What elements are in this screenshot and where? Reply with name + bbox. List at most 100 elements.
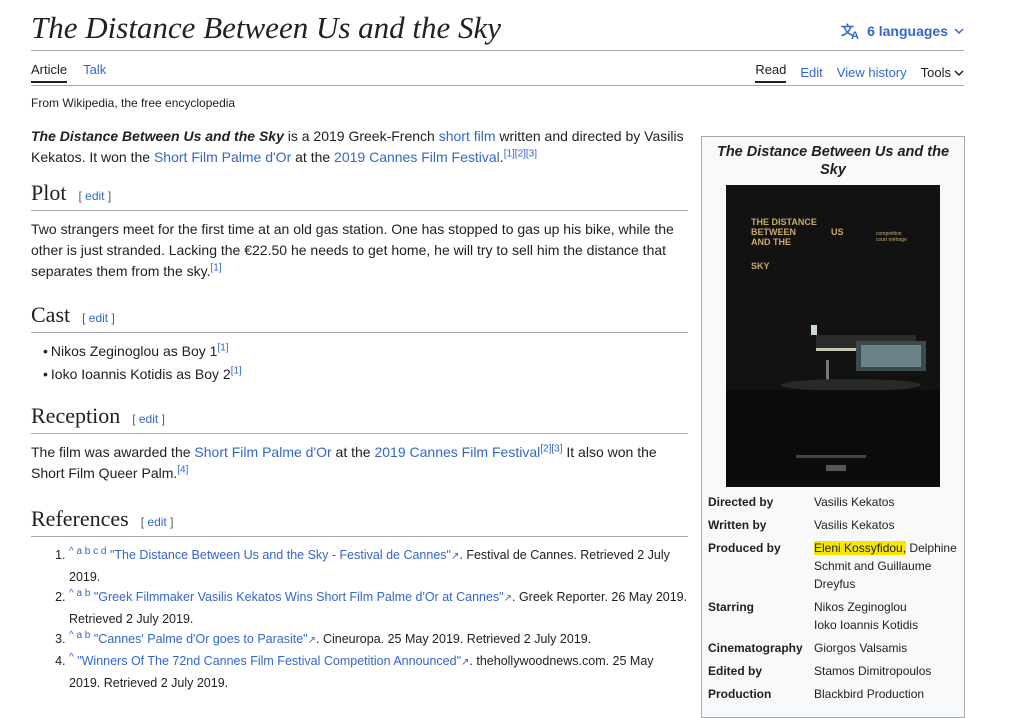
infobox-label: Cinematography	[708, 641, 803, 655]
infobox-row: Starring Nikos Zeginoglou Ioko Ioannis Kot…	[708, 598, 960, 634]
chevron-down-icon	[954, 28, 964, 35]
intro-paragraph: The Distance Between Us and the Sky is a…	[31, 126, 688, 168]
film-poster[interactable]: THE DISTANCE BETWEEN US AND THE SKY comp…	[726, 185, 940, 487]
ref-link[interactable]: [1]	[217, 342, 228, 353]
ref-link[interactable]: [4]	[177, 464, 188, 475]
cast-name: Nikos Zeginoglou as Boy 1	[50, 343, 218, 359]
references-heading: References	[31, 506, 129, 531]
tab-edit[interactable]: Edit	[800, 65, 822, 80]
infobox-label: Edited by	[708, 664, 763, 678]
infobox-value: Vasilis Kekatos	[814, 518, 895, 532]
reference-item: ^ "Winners Of The 72nd Cannes Film Festi…	[69, 651, 688, 693]
references-list: ^ a b c d "The Distance Between Us and t…	[31, 545, 688, 693]
page-actions: Read Edit View history Tools	[755, 62, 964, 83]
infobox-value: Vasilis Kekatos	[814, 495, 895, 509]
poster-title-line: SKY	[751, 261, 770, 271]
tab-article[interactable]: Article	[31, 62, 68, 83]
poster-title-line: AND THE	[751, 237, 791, 247]
tab-view-history[interactable]: View history	[837, 65, 907, 80]
plot-section: Plot [ edit ] Two strangers meet for the…	[31, 182, 688, 282]
ref-links[interactable]: [2][3]	[540, 443, 562, 454]
infobox-value: Eleni Kossyfidou, Delphine Schmit and Gu…	[814, 539, 960, 593]
link-palme-dor[interactable]: Short Film Palme d'Or	[154, 149, 291, 165]
tab-read[interactable]: Read	[755, 62, 787, 83]
intro-text: is a 2019 Greek-French	[283, 128, 439, 144]
ref-link[interactable]: [1]	[210, 262, 221, 273]
reference-item: ^ a b "Greek Filmmaker Vasilis Kekatos W…	[69, 587, 688, 629]
infobox-label: Written by	[708, 518, 767, 532]
tagline: From Wikipedia, the free encyclopedia	[31, 96, 236, 110]
translate-icon: 文 A	[841, 23, 859, 40]
infobox-row: Edited by Stamos Dimitropoulos	[708, 662, 960, 680]
external-link-icon: ↗	[503, 593, 513, 604]
infobox-title: The Distance Between Us and the Sky	[716, 144, 950, 178]
tools-label: Tools	[920, 65, 951, 80]
infobox-rows: Directed by Vasilis Kekatos Written by Vas…	[708, 493, 960, 708]
starring-name: Ioko Ioannis Kotidis	[814, 618, 919, 632]
edit-link[interactable]: edit	[147, 515, 166, 529]
ref-links[interactable]: [1][2][3]	[504, 148, 537, 159]
link-cannes-2019[interactable]: 2019 Cannes Film Festival	[374, 444, 540, 460]
page-title: The Distance Between Us and the Sky	[31, 10, 502, 45]
reference-link[interactable]: "Winners Of The 72nd Cannes Film Festiva…	[77, 654, 461, 668]
section-heading: Cast [ edit ]	[31, 304, 688, 333]
article-body: The Distance Between Us and the Sky is a…	[31, 126, 688, 693]
references-section: References [ edit ] ^ a b c d "The Dista…	[31, 508, 688, 693]
external-link-icon: ↗	[307, 635, 317, 646]
intro-text: at the	[291, 149, 335, 165]
cast-section: Cast [ edit ] Nikos Zeginoglou as Boy 1[…	[31, 304, 688, 385]
infobox-row: Cinematography Giorgos Valsamis	[708, 639, 960, 657]
reception-text: at the	[331, 444, 375, 460]
section-heading: Plot [ edit ]	[31, 182, 688, 211]
poster-title-line: US	[831, 227, 844, 237]
reference-link[interactable]: "Greek Filmmaker Vasilis Kekatos Wins Sh…	[94, 590, 504, 604]
poster-title-line: THE DISTANCE	[751, 217, 817, 227]
reference-link[interactable]: "The Distance Between Us and the Sky - F…	[110, 548, 451, 562]
infobox-row: Written by Vasilis Kekatos	[708, 516, 960, 534]
languages-button[interactable]: 文 A 6 languages	[841, 22, 964, 40]
cast-name: Ioko Ioannis Kotidis as Boy 2	[50, 366, 231, 382]
languages-label: 6 languages	[867, 23, 948, 39]
edit-section: [ edit ]	[82, 311, 115, 325]
edit-link[interactable]: edit	[85, 189, 104, 203]
backlink[interactable]: ^ a b	[69, 630, 90, 641]
infobox-value: Giorgos Valsamis	[814, 641, 908, 655]
infobox-row: Directed by Vasilis Kekatos	[708, 493, 960, 511]
poster-image: THE DISTANCE BETWEEN US AND THE SKY comp…	[726, 185, 940, 487]
backlink[interactable]: ^ a b	[69, 588, 90, 599]
infobox-value: Nikos Zeginoglou Ioko Ioannis Kotidis	[814, 598, 960, 634]
intro-bold-title: The Distance Between Us and the Sky	[31, 128, 284, 144]
infobox-row: Produced by Eleni Kossyfidou, Delphine Sc…	[708, 539, 960, 593]
plot-text: Two strangers meet for the first time at…	[31, 221, 674, 279]
infobox-value: Blackbird Production	[814, 687, 925, 701]
tab-talk[interactable]: Talk	[83, 62, 106, 83]
edit-link[interactable]: edit	[139, 412, 158, 426]
link-palme-dor[interactable]: Short Film Palme d'Or	[194, 444, 331, 460]
edit-section: [ edit ]	[132, 412, 165, 426]
link-cannes-2019[interactable]: 2019 Cannes Film Festival	[334, 149, 500, 165]
tabs-divider	[31, 85, 964, 86]
reference-text: . Cineuropa. 25 May 2019. Retrieved 2 Ju…	[316, 632, 592, 646]
reception-text: The film was awarded the	[31, 444, 195, 460]
poster-title-line: BETWEEN	[751, 227, 796, 237]
svg-text:A: A	[851, 30, 859, 40]
backlink[interactable]: ^ a b c d	[69, 546, 107, 557]
infobox-row: Production Blackbird Production	[708, 685, 960, 703]
infobox-value: Stamos Dimitropoulos	[814, 664, 932, 678]
list-item: Nikos Zeginoglou as Boy 1[1]	[43, 341, 688, 362]
backlink[interactable]: ^	[69, 652, 74, 663]
list-item: Ioko Ioannis Kotidis as Boy 2[1]	[43, 364, 688, 385]
cast-heading: Cast	[31, 302, 71, 327]
highlighted-producer: Eleni Kossyfidou,	[814, 541, 907, 555]
starring-name: Nikos Zeginoglou	[814, 600, 907, 614]
infobox-label: Starring	[708, 600, 755, 614]
ref-link[interactable]: [1]	[231, 365, 242, 376]
reference-link[interactable]: "Cannes' Palme d'Or goes to Parasite"	[94, 632, 308, 646]
link-short-film[interactable]: short film	[439, 128, 496, 144]
plot-heading: Plot	[31, 180, 67, 205]
cast-list: Nikos Zeginoglou as Boy 1[1] Ioko Ioanni…	[31, 341, 688, 385]
reference-item: ^ a b "Cannes' Palme d'Or goes to Parasi…	[69, 629, 688, 651]
section-heading: Reception [ edit ]	[31, 405, 688, 434]
edit-link[interactable]: edit	[89, 311, 108, 325]
tools-menu[interactable]: Tools	[921, 65, 964, 80]
